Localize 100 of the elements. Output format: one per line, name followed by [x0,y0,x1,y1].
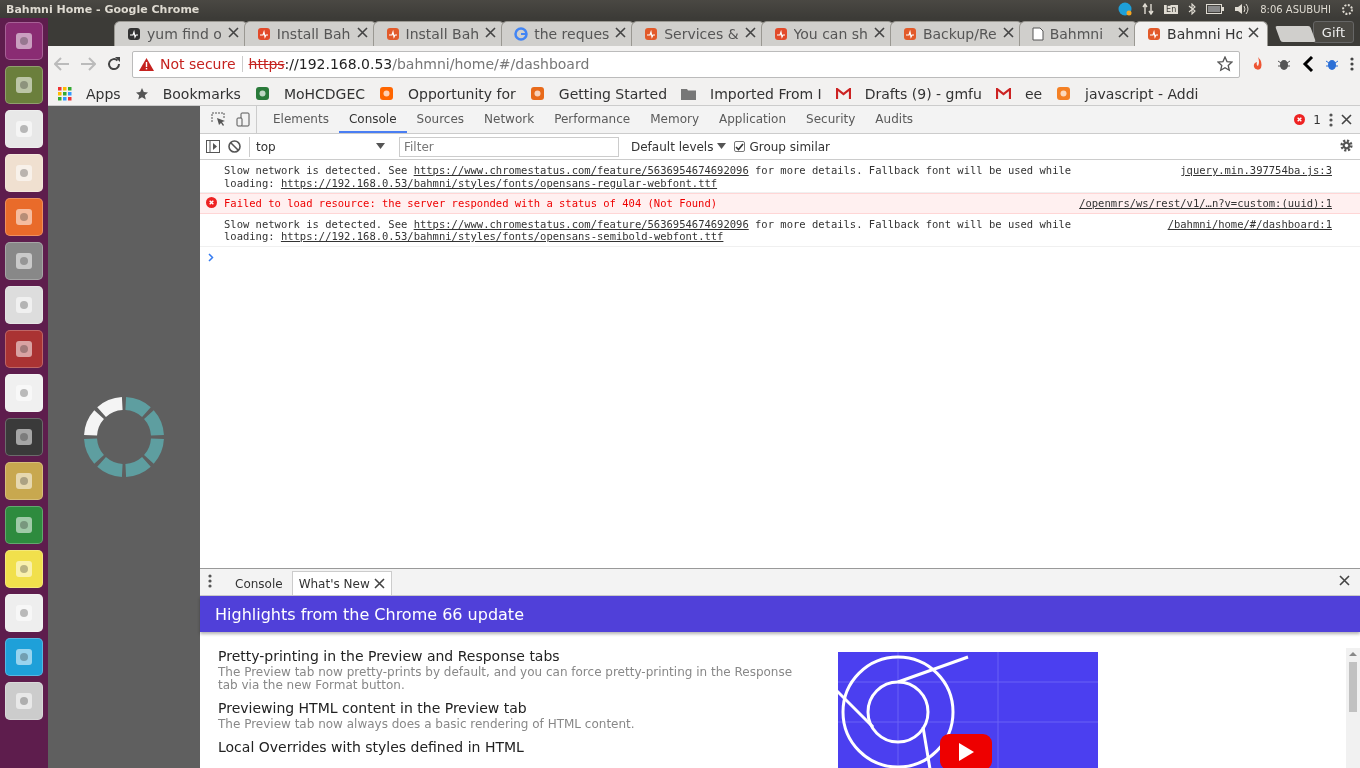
devtools-tab[interactable]: Performance [544,106,641,133]
feature-description: The Preview tab now always does a basic rendering of HTML content. [218,718,636,731]
tab-close-icon[interactable] [1118,27,1130,38]
feature-title[interactable]: Local Overrides with styles defined in HTML [218,739,798,755]
network-arrows-icon[interactable] [1142,3,1155,15]
group-similar-checkbox[interactable] [734,141,746,152]
message-link[interactable]: https://www.chromestatus.com/feature/5636954674692096 [413,164,749,176]
devtools-tab[interactable]: Console [338,106,407,133]
tab-close-icon[interactable] [1002,27,1014,38]
console-message: Slow network is detected. See https://www.chromestatus.com/feature/5636954674692096 for more details. Fallback font will be used while loading: https://192.168.0.53/bahmni/styles/fonts/opensans-regular-webfont.ttf [224,164,1073,189]
dropdown-caret-icon [717,143,727,150]
keyboard-layout-indicator[interactable]: En [1164,4,1179,14]
prompt-chevron-icon[interactable] [208,252,214,262]
security-status-text[interactable]: Not secure [160,56,236,72]
devtools-tab[interactable]: Elements [263,106,339,133]
tab-close-icon[interactable] [744,27,756,38]
sidebar-toggle-icon[interactable] [206,140,220,153]
error-message: Failed to load resource: the server responded with a status of 404 (Not Found) [224,197,719,210]
address-bar[interactable]: Not secure https://192.168.0.53/bahmni/home/#/dashboard [132,50,1240,78]
volume-icon[interactable] [1234,3,1251,15]
devtools-tab[interactable]: Security [796,106,866,133]
close-icon[interactable] [1341,114,1352,125]
site-favicon-icon [254,86,270,101]
bookmark-link[interactable]: javascript - Addi [1085,85,1199,102]
site-favicon-icon [1147,27,1162,41]
bluetooth-icon[interactable] [1188,3,1197,15]
launcher-app-icon[interactable] [5,22,43,60]
skype-tray-icon[interactable] [1118,2,1133,16]
source-link[interactable]: jquery.min.397754ba.js:3 [1180,164,1332,177]
filter-field[interactable]: Filter [399,136,619,157]
bookmark-link[interactable]: ee [1024,85,1043,102]
message-link[interactable]: https://192.168.0.53/bahmni/styles/fonts/opensans-semibold-webfont.ttf [280,230,724,242]
launcher-app-icon[interactable] [5,418,43,456]
site-favicon-icon [529,86,545,101]
error-icon [1294,114,1306,125]
bookmark-link[interactable]: Bookmarks [162,85,241,102]
tab-close-icon[interactable] [485,27,497,38]
inspect-cursor-icon[interactable] [211,112,226,127]
bookmark-star-icon[interactable] [1217,56,1233,72]
site-favicon-icon [902,27,917,41]
feature-title[interactable]: Previewing HTML content in the Preview tab [218,700,798,716]
site-favicon-icon [379,86,395,101]
reload-icon[interactable] [106,56,122,72]
mail-m-icon [995,87,1011,100]
window-title: Bahmni Home - Google Chrome [6,2,201,16]
site-favicon-icon [1056,86,1072,101]
bookmark-link[interactable]: MoHCDGEC [283,85,366,102]
site-favicon-icon [256,27,271,41]
new-tab-button[interactable] [1275,26,1316,42]
launcher-app-icon[interactable] [5,330,43,368]
context-selector[interactable]: top [249,136,391,157]
source-link[interactable]: /bahmni/home/#/dashboard:1 [1167,217,1332,230]
tab-close-icon[interactable] [1248,27,1260,38]
google-g-icon [514,27,529,41]
error-count[interactable]: 1 [1313,112,1321,127]
console-message: Slow network is detected. See https://www.chromestatus.com/feature/5636954674692096 for more details. Fallback font will be used while loading: https://192.168.0.53/bahmni/styles/fonts/opensans-semibold-webfont.ttf [224,217,1073,243]
device-toolbar-icon[interactable] [236,112,251,127]
settings-icon[interactable] [1339,137,1354,153]
more-menu-icon[interactable] [1329,112,1333,127]
scrollbar-drawing[interactable] [1346,648,1360,768]
devtools-tab[interactable]: Sources [406,106,475,133]
tab-close-icon[interactable] [873,27,885,38]
more-menu-icon[interactable] [1350,57,1354,71]
tab-close-icon[interactable] [373,578,385,589]
bookmark-link[interactable]: Imported From I [710,85,822,102]
log-levels-dropdown[interactable]: Default levels [627,139,727,154]
bookmark-link[interactable]: Drafts (9) - gmfu [864,85,982,102]
devtools-tab[interactable]: Memory [640,106,709,133]
site-favicon-icon [385,27,400,41]
source-link[interactable]: /openmrs/ws/rest/v1/…n?v=custom:(uuid):1 [1079,197,1332,210]
tab-close-icon[interactable] [356,27,368,38]
bookmark-link[interactable]: Opportunity for [408,85,516,102]
devtools-tab[interactable]: Application [709,106,797,133]
drawer-tab[interactable]: Console [228,571,290,595]
clock-text[interactable]: 8:06 ASUBUHI [1260,3,1331,15]
profile-button[interactable]: Gift [1312,21,1354,43]
mail-m-icon [835,87,851,100]
dropdown-caret-icon [376,143,385,150]
error-icon [206,197,217,208]
power-gear-icon[interactable] [1341,2,1354,16]
apps-grid-icon [58,86,72,101]
site-favicon-icon [644,27,659,41]
more-menu-icon[interactable] [208,573,212,588]
tab-close-icon[interactable] [615,27,627,38]
url-text: https://192.168.0.53/bahmni/home/#/dashboard [248,56,591,72]
close-drawer-icon[interactable] [1339,575,1350,586]
drawer-tab[interactable]: What's New [291,571,392,595]
tab-close-icon[interactable] [227,27,239,38]
message-link[interactable]: https://www.chromestatus.com/feature/5636954674692096 [413,217,749,230]
bookmark-link[interactable]: Getting Started [558,85,668,102]
clear-console-icon[interactable] [228,140,241,153]
bookmark-link[interactable]: Apps [86,85,121,102]
devtools-tab[interactable]: Network [474,106,545,133]
battery-icon[interactable] [1206,4,1225,14]
feature-title[interactable]: Pretty-printing in the Preview and Response tabs [218,648,798,664]
message-link[interactable]: https://192.168.0.53/bahmni/styles/fonts/opensans-regular-webfont.ttf [280,176,718,189]
checkbox-label: Group similar [749,139,831,154]
whats-new-header: Highlights from the Chrome 66 update [200,596,1360,632]
devtools-tab[interactable]: Audits [865,106,924,133]
chevron-left-icon[interactable] [1302,56,1314,72]
